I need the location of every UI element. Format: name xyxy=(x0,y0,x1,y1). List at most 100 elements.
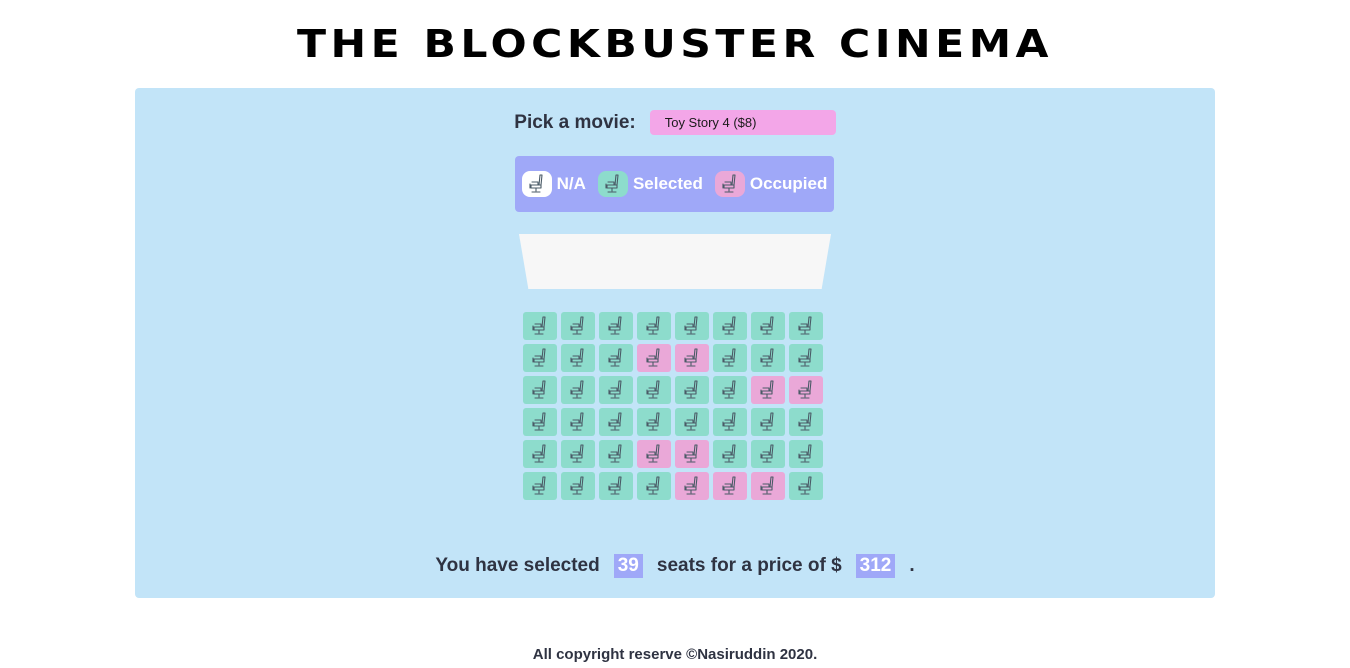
seat-icon xyxy=(680,346,704,370)
seat-icon xyxy=(566,410,590,434)
seat-icon xyxy=(794,346,818,370)
seat-icon xyxy=(566,378,590,402)
seat-icon xyxy=(756,314,780,338)
seat-icon xyxy=(680,442,704,466)
page: THE BLOCKBUSTER CINEMA Pick a movie: Toy… xyxy=(0,0,1350,668)
seat-selected[interactable] xyxy=(675,376,709,404)
seat-icon xyxy=(756,346,780,370)
footer-copyright: All copyright reserve ©Nasiruddin 2020. xyxy=(532,646,818,663)
seat-selected[interactable] xyxy=(789,312,823,340)
seat-selected[interactable] xyxy=(599,408,633,436)
seat-icon xyxy=(528,442,552,466)
movie-select[interactable]: Toy Story 4 ($8) xyxy=(649,110,836,135)
seat-icon xyxy=(604,474,628,498)
seat-occupied xyxy=(751,472,785,500)
seat-selected[interactable] xyxy=(561,440,595,468)
seat-selected[interactable] xyxy=(599,440,633,468)
seat-occupied xyxy=(713,472,747,500)
seat-icon xyxy=(604,442,628,466)
seat-icon xyxy=(604,378,628,402)
seat-selected[interactable] xyxy=(523,472,557,500)
seat-selected[interactable] xyxy=(637,408,671,436)
seat-selected[interactable] xyxy=(523,440,557,468)
seat-icon xyxy=(604,410,628,434)
seat-icon xyxy=(794,410,818,434)
seat-selected[interactable] xyxy=(561,312,595,340)
seat-selected[interactable] xyxy=(713,408,747,436)
seat-selected[interactable] xyxy=(789,344,823,372)
seat-icon xyxy=(718,410,742,434)
seat-selected[interactable] xyxy=(599,344,633,372)
seat-icon xyxy=(642,314,666,338)
seat-selected[interactable] xyxy=(713,376,747,404)
seat-selected[interactable] xyxy=(713,440,747,468)
seat-selected[interactable] xyxy=(599,312,633,340)
summary-suffix: . xyxy=(909,555,915,576)
seat-icon xyxy=(642,474,666,498)
seat-icon xyxy=(566,314,590,338)
seat-selected[interactable] xyxy=(713,344,747,372)
seat-icon xyxy=(756,378,780,402)
seat-selected[interactable] xyxy=(561,408,595,436)
seat-selected[interactable] xyxy=(523,312,557,340)
legend-item-selected: Selected xyxy=(597,171,703,197)
seat-icon xyxy=(756,442,780,466)
seat-selected[interactable] xyxy=(789,472,823,500)
seat-icon xyxy=(566,474,590,498)
seat-selected[interactable] xyxy=(523,344,557,372)
seat-selected[interactable] xyxy=(789,408,823,436)
seat-icon xyxy=(566,442,590,466)
seat-selected[interactable] xyxy=(675,408,709,436)
seat-icon xyxy=(714,171,745,197)
seat-icon xyxy=(756,410,780,434)
seat-occupied xyxy=(637,440,671,468)
seat-icon xyxy=(597,171,628,197)
seat-occupied xyxy=(751,376,785,404)
seat-selected[interactable] xyxy=(751,408,785,436)
seat-occupied xyxy=(675,472,709,500)
seat-selected[interactable] xyxy=(523,376,557,404)
seat-selected[interactable] xyxy=(789,440,823,468)
seat-icon xyxy=(794,314,818,338)
legend-item-occupied: Occupied xyxy=(714,171,828,197)
seat-icon xyxy=(642,378,666,402)
seat-icon xyxy=(528,314,552,338)
seat-selected[interactable] xyxy=(599,472,633,500)
seat-icon xyxy=(528,474,552,498)
seat-icon xyxy=(794,474,818,498)
selection-summary: You have selected 39 seats for a price o… xyxy=(135,554,1215,578)
summary-middle: seats for a price of $ xyxy=(656,555,842,576)
seat-selected[interactable] xyxy=(637,312,671,340)
seat-icon xyxy=(528,410,552,434)
seat-icon xyxy=(528,378,552,402)
seat-selected[interactable] xyxy=(713,312,747,340)
seat-icon xyxy=(794,442,818,466)
seat-selected[interactable] xyxy=(523,408,557,436)
seat-icon xyxy=(642,346,666,370)
seat-selected[interactable] xyxy=(751,312,785,340)
seat-icon xyxy=(718,474,742,498)
seat-selected[interactable] xyxy=(751,344,785,372)
seat-occupied xyxy=(675,440,709,468)
seat-selected[interactable] xyxy=(561,376,595,404)
seat-occupied xyxy=(675,344,709,372)
booking-panel: Pick a movie: Toy Story 4 ($8) N/A Select… xyxy=(135,88,1215,598)
seat-selected[interactable] xyxy=(599,376,633,404)
seat-selected[interactable] xyxy=(751,440,785,468)
seat-icon xyxy=(718,314,742,338)
cinema-screen xyxy=(519,234,831,289)
seat-icon xyxy=(718,378,742,402)
seat-icon xyxy=(794,378,818,402)
seat-icon xyxy=(604,346,628,370)
seat-selected[interactable] xyxy=(637,376,671,404)
seat-selected[interactable] xyxy=(675,312,709,340)
seat-icon xyxy=(718,346,742,370)
movie-picker-label: Pick a movie: xyxy=(514,111,636,133)
summary-prefix: You have selected xyxy=(435,555,600,576)
legend-label: Occupied xyxy=(749,174,828,193)
seat-selected[interactable] xyxy=(561,472,595,500)
seat-selected[interactable] xyxy=(561,344,595,372)
seat-selected[interactable] xyxy=(637,472,671,500)
seat-icon xyxy=(680,314,704,338)
seat-icon xyxy=(756,474,780,498)
